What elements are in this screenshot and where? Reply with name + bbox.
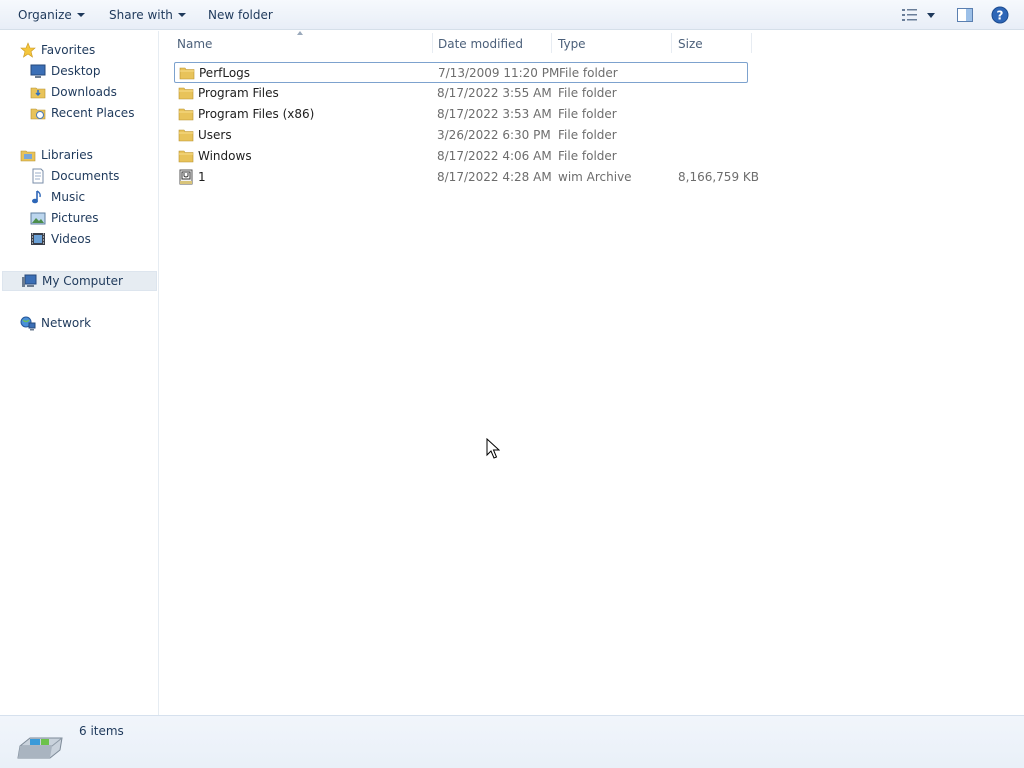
svg-text:?: ?: [997, 9, 1004, 23]
file-row-1-wim[interactable]: 1 8/17/2022 4:28 AM wim Archive 8,166,75…: [174, 167, 759, 188]
item-count: 6 items: [79, 724, 124, 738]
column-divider[interactable]: [671, 33, 672, 53]
folder-icon: [178, 87, 194, 100]
file-name: 1: [198, 170, 206, 184]
file-name: PerfLogs: [199, 66, 251, 80]
folder-icon: [178, 108, 194, 121]
new-folder-button[interactable]: New folder: [208, 7, 273, 23]
documents-icon: [32, 168, 44, 184]
file-date-modified: 3/26/2022 6:30 PM: [437, 128, 551, 142]
column-divider[interactable]: [751, 33, 752, 53]
folder-icon: [179, 67, 195, 80]
nav-item-videos[interactable]: Videos: [0, 229, 157, 249]
mouse-cursor-icon: [486, 438, 500, 459]
nav-network[interactable]: Network: [0, 313, 157, 333]
star-icon: [20, 42, 36, 58]
file-type: File folder: [558, 149, 617, 163]
nav-libraries-label: Libraries: [41, 148, 93, 162]
file-type: File folder: [559, 66, 618, 80]
pictures-icon: [30, 212, 46, 225]
file-date-modified: 8/17/2022 4:28 AM: [437, 170, 552, 184]
column-divider[interactable]: [551, 33, 552, 53]
computer-icon: [22, 274, 37, 287]
file-name: Users: [198, 128, 232, 142]
nav-item-documents[interactable]: Documents: [0, 166, 157, 186]
nav-item-desktop[interactable]: Desktop: [0, 61, 157, 81]
nav-item-music[interactable]: Music: [0, 187, 157, 207]
network-icon: [20, 316, 36, 331]
nav-network-label: Network: [41, 316, 92, 330]
file-size: 8,166,759 KB: [678, 170, 759, 184]
organize-label: Organize: [18, 8, 72, 22]
drive-icon: [17, 737, 63, 759]
column-headers: Name Date modified Type Size: [160, 31, 1024, 56]
file-date-modified: 8/17/2022 3:53 AM: [437, 107, 552, 121]
details-pane: 6 items: [0, 715, 1024, 768]
nav-libraries[interactable]: Libraries: [0, 145, 157, 165]
chevron-down-icon: [76, 13, 85, 17]
recent-places-icon: [30, 108, 46, 120]
downloads-icon: [30, 87, 46, 99]
nav-item-label: Documents: [51, 169, 120, 183]
nav-item-downloads[interactable]: Downloads: [0, 82, 157, 102]
file-date-modified: 8/17/2022 3:55 AM: [437, 86, 552, 100]
folder-icon: [178, 150, 194, 163]
preview-pane-icon[interactable]: [956, 6, 974, 24]
view-options-chevron-icon[interactable]: [925, 6, 937, 24]
file-type: wim Archive: [558, 170, 632, 184]
file-type: File folder: [558, 107, 617, 121]
column-header-type[interactable]: Type: [558, 37, 586, 51]
nav-item-label: Downloads: [51, 85, 117, 99]
file-name: Program Files: [198, 86, 279, 100]
folder-icon: [178, 129, 194, 142]
nav-item-pictures[interactable]: Pictures: [0, 208, 157, 228]
nav-my-computer[interactable]: My Computer: [2, 271, 157, 291]
desktop-icon: [30, 64, 46, 78]
navigation-pane: Favorites Desktop Downloads Recent Place…: [0, 31, 159, 715]
file-date-modified: 8/17/2022 4:06 AM: [437, 149, 552, 163]
file-name: Program Files (x86): [198, 107, 315, 121]
file-type: File folder: [558, 86, 617, 100]
file-row-windows[interactable]: Windows 8/17/2022 4:06 AM File folder: [174, 146, 748, 167]
nav-my-computer-label: My Computer: [42, 274, 123, 288]
nav-item-label: Music: [51, 190, 86, 204]
file-type: File folder: [558, 128, 617, 142]
column-header-date-modified[interactable]: Date modified: [438, 37, 523, 51]
music-icon: [32, 190, 41, 204]
nav-item-recent-places[interactable]: Recent Places: [0, 103, 157, 123]
column-divider[interactable]: [432, 33, 433, 53]
file-row-users[interactable]: Users 3/26/2022 6:30 PM File folder: [174, 125, 748, 146]
share-with-button[interactable]: Share with: [109, 7, 186, 23]
file-row-program-files[interactable]: Program Files 8/17/2022 3:55 AM File fol…: [174, 83, 748, 104]
file-date-modified: 7/13/2009 11:20 PM: [438, 66, 560, 80]
libraries-icon: [20, 150, 36, 162]
command-bar: Organize Share with New folder ?: [0, 0, 1024, 30]
nav-favorites[interactable]: Favorites: [0, 40, 157, 60]
nav-item-label: Pictures: [51, 211, 99, 225]
chevron-down-icon: [177, 13, 186, 17]
nav-favorites-label: Favorites: [41, 43, 96, 57]
change-view-icon[interactable]: [901, 6, 919, 24]
file-name: Windows: [198, 149, 252, 163]
archive-file-icon: [179, 169, 193, 185]
new-folder-label: New folder: [208, 8, 273, 22]
column-header-size[interactable]: Size: [678, 37, 703, 51]
sort-ascending-icon: [297, 31, 303, 35]
nav-item-label: Recent Places: [51, 106, 135, 120]
nav-item-label: Desktop: [51, 64, 101, 78]
share-with-label: Share with: [109, 8, 173, 22]
file-row-perflogs[interactable]: PerfLogs 7/13/2009 11:20 PM File folder: [174, 62, 748, 83]
organize-button[interactable]: Organize: [18, 7, 85, 23]
file-row-program-files-x86[interactable]: Program Files (x86) 8/17/2022 3:53 AM Fi…: [174, 104, 748, 125]
help-icon[interactable]: ?: [991, 6, 1009, 24]
videos-icon: [31, 233, 45, 245]
column-header-name[interactable]: Name: [177, 37, 212, 51]
nav-item-label: Videos: [51, 232, 91, 246]
